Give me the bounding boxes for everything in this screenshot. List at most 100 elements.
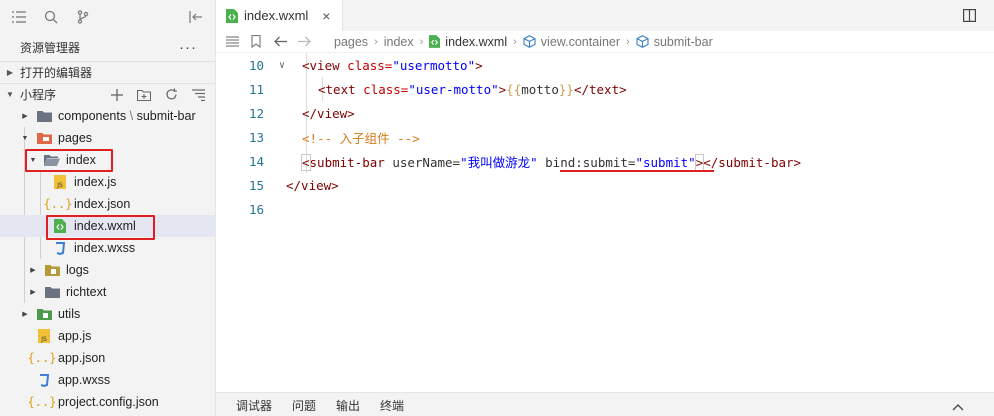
- tree-label: index.json: [74, 197, 131, 211]
- chevron-right-icon: ›: [513, 35, 517, 48]
- tree-item-app-json[interactable]: {..} app.json: [0, 347, 215, 369]
- tree-item-app-js[interactable]: JS app.js: [0, 325, 215, 347]
- chevron-down-icon[interactable]: ∨: [272, 60, 292, 71]
- code-text: <text class="user-motto">{{motto}}</text…: [292, 82, 627, 97]
- tab-index-wxml[interactable]: index.wxml ×: [216, 0, 344, 31]
- code-token: userName=: [384, 154, 461, 170]
- tree-label-compact: submit-bar: [136, 109, 196, 123]
- bracket-match: <: [301, 153, 311, 171]
- tree-item-richtext[interactable]: ▶ richtext: [0, 281, 215, 303]
- tab-output[interactable]: 输出: [326, 397, 370, 416]
- code-text: <submit-bar userName="我叫做游龙" bind:submit…: [292, 152, 801, 171]
- tree-item-project-config[interactable]: {..} project.config.json: [0, 391, 215, 413]
- code-token: <view: [302, 57, 340, 73]
- tree-label: logs: [66, 263, 89, 277]
- chevron-up-icon[interactable]: [942, 400, 974, 416]
- tree-item-logs[interactable]: ▶ logs: [0, 259, 215, 281]
- code-token: motto: [521, 81, 559, 97]
- file-tree: ▶ components \ submit-bar ▼ pages ▼ inde…: [0, 105, 215, 413]
- code-area[interactable]: 10 ∨ <view class="usermotto"> 11 <text c…: [216, 53, 994, 221]
- code-token: bind:submit=: [537, 154, 636, 170]
- new-file-icon[interactable]: [106, 85, 128, 105]
- code-line: 13 <!-- 入子组件 -->: [216, 125, 994, 149]
- source-control-icon[interactable]: [72, 6, 94, 28]
- code-token: "submit": [635, 154, 696, 170]
- line-number: 13: [248, 129, 264, 145]
- wxss-file-icon: [52, 240, 68, 256]
- code-line: 12 </view>: [216, 101, 994, 125]
- svg-text:JS: JS: [56, 182, 63, 189]
- chevron-down-icon: ▼: [21, 134, 29, 142]
- wxml-file-icon: [429, 35, 441, 48]
- code-token: submit-bar: [309, 154, 385, 170]
- code-comment: <!-- 入子组件 -->: [302, 130, 420, 146]
- split-editor-icon[interactable]: [956, 9, 982, 22]
- code-line: 15 </view>: [216, 173, 994, 197]
- tab-problems[interactable]: 问题: [282, 397, 326, 416]
- highlight-underline: [560, 170, 714, 172]
- chevron-right-icon: ▶: [22, 113, 28, 120]
- new-folder-icon[interactable]: [133, 85, 155, 105]
- chevron-right-icon: ›: [374, 35, 378, 48]
- collapse-all-icon[interactable]: [187, 85, 209, 105]
- js-file-icon: JS: [36, 328, 52, 344]
- explorer-title-row: 资源管理器 ···: [0, 33, 215, 61]
- tree-label: app.js: [58, 329, 92, 343]
- tree-item-pages[interactable]: ▼ pages: [0, 127, 215, 149]
- collapse-sidebar-icon[interactable]: [185, 6, 207, 28]
- code-text: </view>: [286, 177, 339, 193]
- line-number: 15: [248, 177, 264, 193]
- code-token: </submit-bar>: [703, 154, 802, 170]
- tree-item-index-js[interactable]: JS index.js: [0, 171, 215, 193]
- element-cube-icon: [523, 35, 536, 48]
- json-file-icon: {..}: [43, 197, 73, 211]
- tree-item-app-wxss[interactable]: app.wxss: [0, 369, 215, 391]
- back-arrow-icon[interactable]: [268, 36, 292, 47]
- crumb-component[interactable]: submit-bar: [654, 35, 713, 49]
- code-line: 16: [216, 197, 994, 221]
- crumb-file[interactable]: index.wxml: [445, 35, 507, 49]
- tree-label: richtext: [66, 285, 107, 299]
- tab-debugger[interactable]: 调试器: [216, 397, 282, 416]
- chevron-right-icon: ▶: [6, 68, 14, 77]
- forward-arrow-icon[interactable]: [292, 36, 316, 47]
- code-editor: index.wxml × pages › index › index.wxml …: [216, 0, 994, 416]
- tree-item-index-json[interactable]: {..} index.json: [0, 193, 215, 215]
- code-token: class=: [355, 81, 409, 97]
- more-actions-icon[interactable]: ···: [179, 39, 197, 56]
- element-cube-icon: [636, 35, 649, 48]
- search-icon[interactable]: [40, 6, 62, 28]
- close-icon[interactable]: ×: [322, 8, 330, 24]
- chevron-right-icon: ▶: [30, 289, 36, 296]
- tab-label: index.wxml: [244, 8, 309, 23]
- code-token: "usermotto": [392, 57, 476, 73]
- code-text: <view class="usermotto">: [292, 58, 483, 73]
- folder-icon: [44, 284, 60, 300]
- crumb-index[interactable]: index: [384, 35, 414, 49]
- open-editors-section[interactable]: ▶ 打开的编辑器: [0, 61, 215, 83]
- tab-terminal[interactable]: 终端: [370, 397, 414, 416]
- code-line: 11 <text class="user-motto">{{motto}}</t…: [216, 77, 994, 101]
- tree-path-separator: \: [129, 109, 134, 123]
- line-number: 12: [248, 105, 264, 121]
- list-icon[interactable]: [8, 6, 30, 28]
- tree-label: project.config.json: [58, 395, 159, 409]
- folder-pages-icon: [36, 130, 52, 146]
- crumb-container[interactable]: view.container: [541, 35, 620, 49]
- tree-item-index-wxss[interactable]: index.wxss: [0, 237, 215, 259]
- chevron-down-icon: ▼: [6, 90, 14, 99]
- tree-item-components[interactable]: ▶ components \ submit-bar: [0, 105, 215, 127]
- bookmark-icon[interactable]: [244, 35, 268, 48]
- project-section[interactable]: ▼ 小程序: [0, 83, 215, 105]
- refresh-icon[interactable]: [160, 85, 182, 105]
- chevron-right-icon: ›: [419, 35, 424, 48]
- json-file-icon: {..}: [27, 395, 57, 409]
- breadcrumb: pages › index › index.wxml › view.contai…: [334, 35, 713, 49]
- code-token: </text>: [573, 81, 627, 97]
- js-file-icon: JS: [52, 174, 68, 190]
- line-number: 10: [248, 57, 264, 73]
- crumb-pages[interactable]: pages: [334, 35, 368, 49]
- tree-item-utils[interactable]: ▶ utils: [0, 303, 215, 325]
- outline-list-icon[interactable]: [220, 36, 244, 47]
- chevron-right-icon: ▶: [30, 267, 36, 274]
